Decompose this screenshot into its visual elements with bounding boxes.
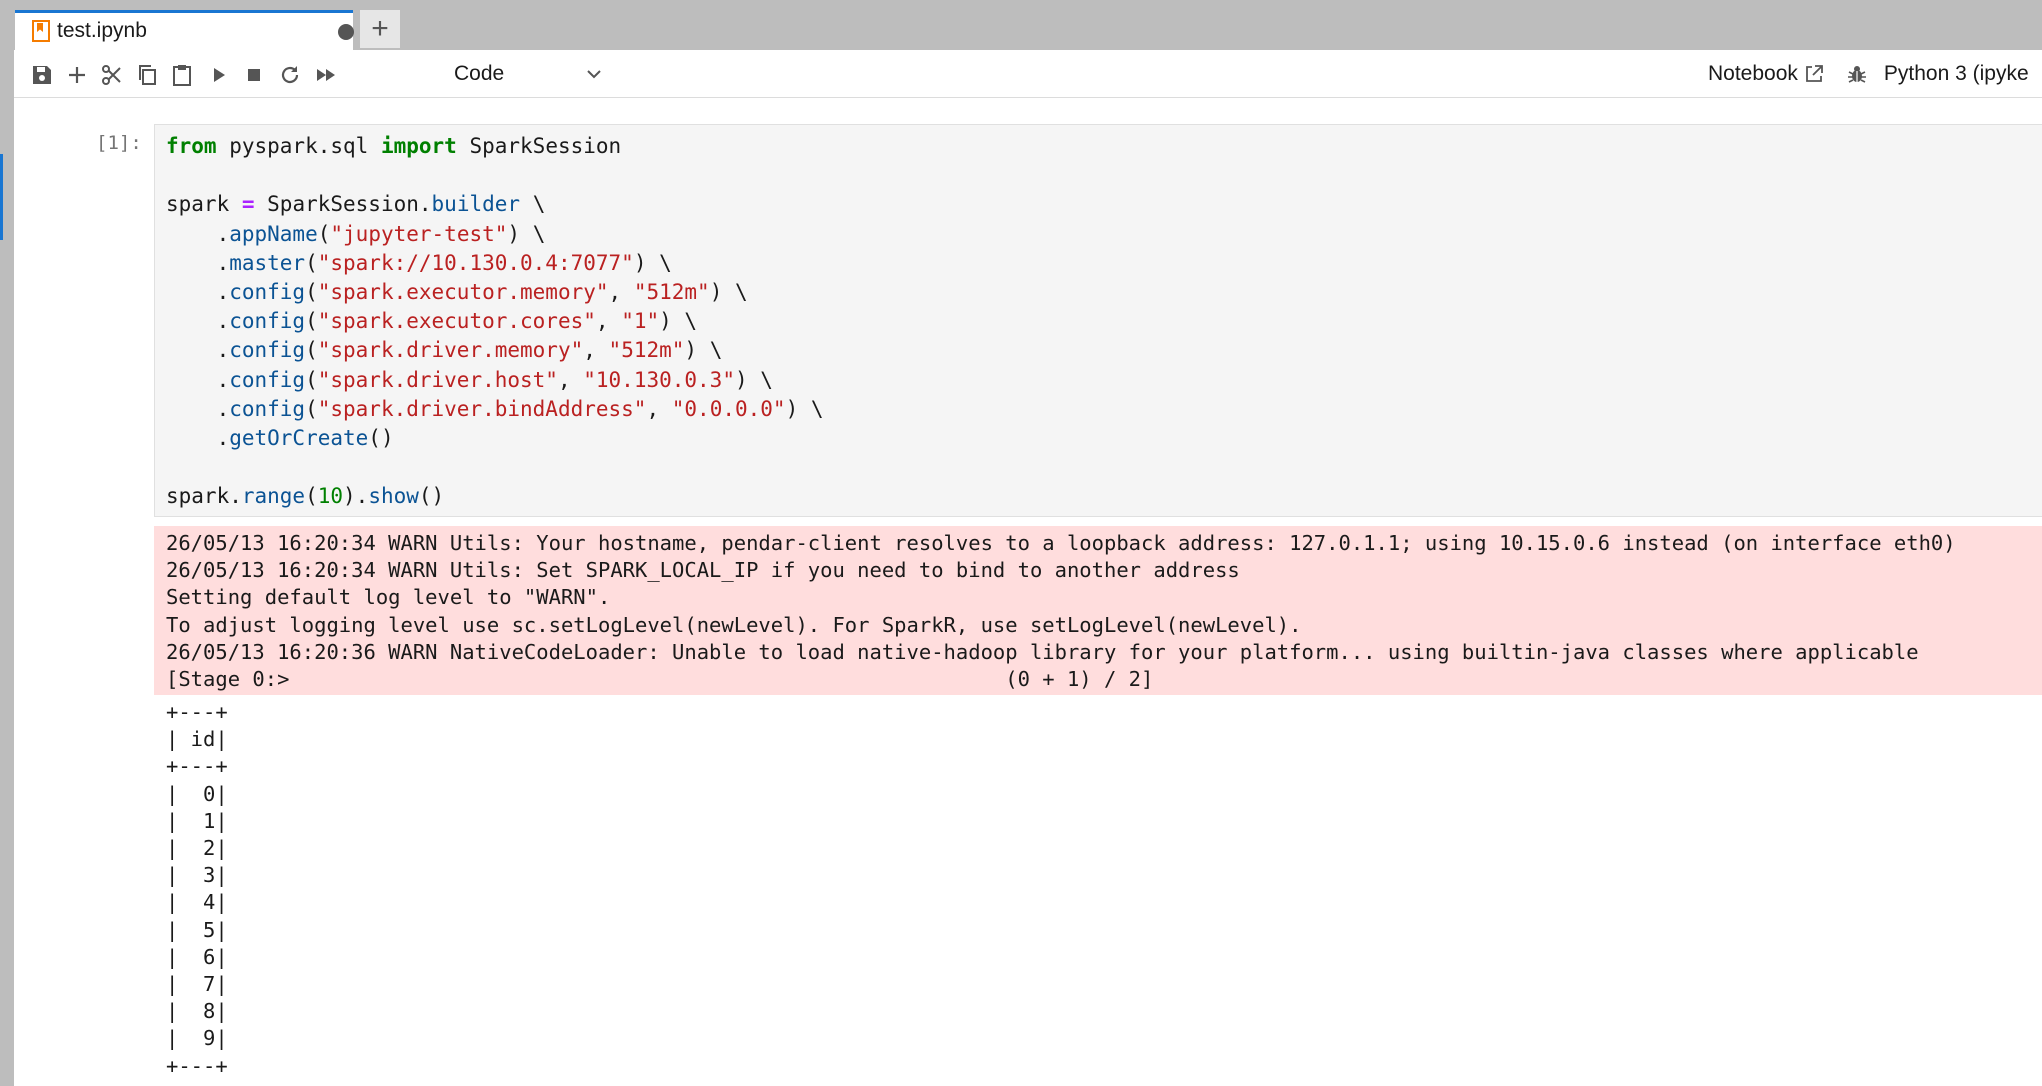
debugger-bug-icon[interactable] <box>1846 63 1868 85</box>
copy-icon <box>139 65 156 85</box>
run-all-button[interactable] <box>311 60 341 90</box>
insert-cell-button[interactable] <box>62 60 92 90</box>
paste-icon <box>173 65 191 86</box>
code-line-3: spark = SparkSession.builder \ <box>166 192 546 217</box>
notebook-icon <box>32 20 50 42</box>
paste-button[interactable] <box>167 60 197 90</box>
unsaved-dot-icon <box>338 24 354 40</box>
code-line-4: .appName("jupyter-test") \ <box>166 221 546 246</box>
save-button[interactable] <box>27 60 57 90</box>
stdout-line: | 8| <box>166 999 228 1024</box>
stdout-line: | 5| <box>166 917 228 942</box>
interrupt-button[interactable] <box>239 60 269 90</box>
code-line-10: .config("spark.driver.bindAddress", "0.0… <box>166 396 824 421</box>
notebook-tab[interactable]: test.ipynb <box>15 10 354 50</box>
stderr-line: 26/05/13 16:20:34 WARN Utils: Set SPARK_… <box>166 558 1240 583</box>
code-editor[interactable]: from pyspark.sql import SparkSession spa… <box>155 125 2042 512</box>
chevron-down-icon <box>587 70 601 79</box>
stdout-line: | 6| <box>166 944 228 969</box>
tab-title: test.ipynb <box>57 19 147 42</box>
play-icon <box>214 68 225 82</box>
restart-icon <box>281 66 299 84</box>
stderr-line: 26/05/13 16:20:34 WARN Utils: Your hostn… <box>166 531 1956 555</box>
stop-icon <box>248 69 260 81</box>
tab-bar: test.ipynb + <box>0 0 2042 50</box>
stdout-line: | 9| <box>166 1026 228 1051</box>
plus-icon <box>69 67 85 83</box>
stdout-line: | 1| <box>166 808 228 833</box>
stderr-line: [Stage 0:> (0 + 1) / 2] <box>166 667 1154 692</box>
execution-count-prompt: [1]: <box>96 132 142 154</box>
copy-button[interactable] <box>132 60 162 90</box>
code-line-9: .config("spark.driver.host", "10.130.0.3… <box>166 367 773 392</box>
scissors-icon <box>102 65 121 85</box>
code-line-7: .config("spark.executor.cores", "1") \ <box>166 309 698 334</box>
code-line-11: .getOrCreate() <box>166 426 394 451</box>
close-tab-button[interactable] <box>334 20 358 44</box>
cell-type-value: Code <box>454 62 505 85</box>
stderr-text: 26/05/13 16:20:34 WARN Utils: Your hostn… <box>154 526 2042 693</box>
code-line-13: spark.range(10).show() <box>166 484 445 509</box>
fast-forward-icon <box>317 69 335 81</box>
stdout-line: | 7| <box>166 972 228 997</box>
save-icon <box>33 66 51 84</box>
code-line-8: .config("spark.driver.memory", "512m") \ <box>166 338 723 363</box>
stdout-line: | 4| <box>166 890 228 915</box>
stdout-output: +---+ | id| +---+ | 0| | 1| | 2| | 3| | … <box>154 695 2042 1086</box>
stderr-output: 26/05/13 16:20:34 WARN Utils: Your hostn… <box>154 526 2042 695</box>
external-link-icon[interactable] <box>1804 64 1824 84</box>
open-in-notebook-link[interactable]: Notebook <box>1708 62 1798 86</box>
notebook-toolbar: Code Notebook Python 3 (ipyke <box>14 50 2042 98</box>
cell-type-select[interactable]: Code <box>454 58 604 90</box>
stdout-text: +---+ | id| +---+ | 0| | 1| | 2| | 3| | … <box>154 695 2042 1080</box>
kernel-name[interactable]: Python 3 (ipyke <box>1884 62 2029 86</box>
code-line-6: .config("spark.executor.memory", "512m")… <box>166 280 748 305</box>
restart-button[interactable] <box>275 60 305 90</box>
stderr-line: Setting default log level to "WARN". <box>166 585 611 610</box>
code-line-1: from pyspark.sql import SparkSession <box>166 134 622 158</box>
stderr-line: To adjust logging level use sc.setLogLev… <box>166 612 1302 637</box>
active-cell-marker <box>0 154 3 240</box>
stdout-line: +---+ <box>166 700 228 724</box>
stdout-line: | 2| <box>166 836 228 861</box>
stdout-line: | 0| <box>166 781 228 806</box>
stderr-line: 26/05/13 16:20:36 WARN NativeCodeLoader:… <box>166 639 1919 664</box>
stdout-line: +---+ <box>166 754 228 779</box>
new-tab-button[interactable]: + <box>360 10 400 48</box>
stdout-line: +---+ <box>166 1053 228 1078</box>
left-sidebar <box>0 50 14 1086</box>
kernel-area: Notebook Python 3 (ipyke <box>1708 58 2029 90</box>
code-line-5: .master("spark://10.130.0.4:7077") \ <box>166 250 672 275</box>
stdout-line: | id| <box>166 727 228 752</box>
stdout-line: | 3| <box>166 863 228 888</box>
run-button[interactable] <box>204 60 234 90</box>
code-cell-editor[interactable]: from pyspark.sql import SparkSession spa… <box>154 124 2042 517</box>
cut-button[interactable] <box>97 60 127 90</box>
